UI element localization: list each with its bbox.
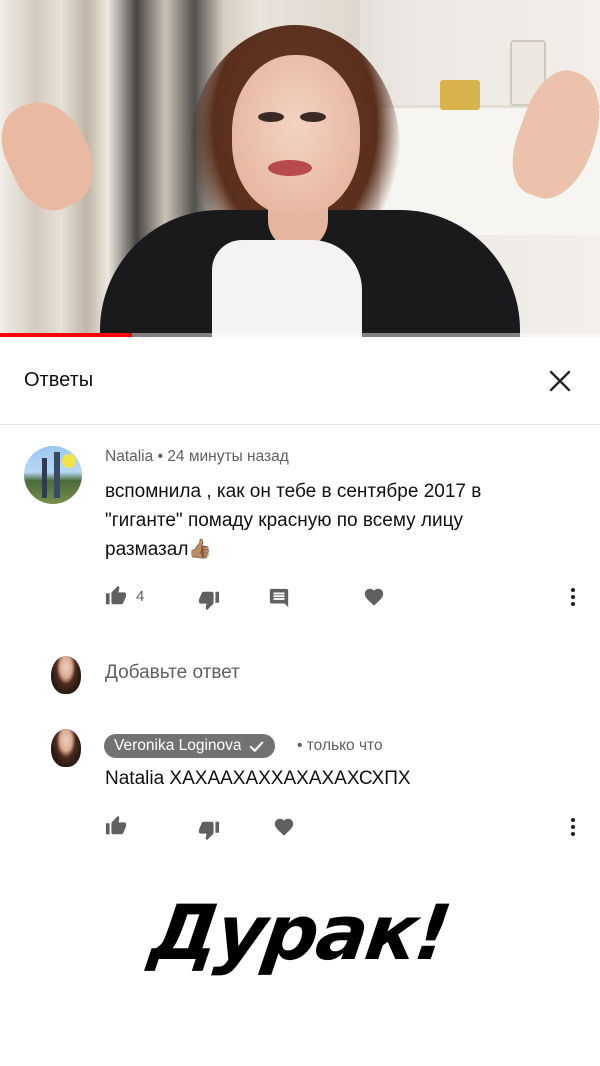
close-icon: [549, 370, 571, 392]
heart-icon: [364, 588, 384, 606]
overlay-caption: Дурак!: [145, 888, 455, 977]
thumbs-up-icon: [105, 815, 127, 835]
video-person-face: [232, 55, 360, 215]
meta-separator: •: [297, 737, 303, 754]
reply-text: Natalia ХАХААХАХХАХАХАХСХПХ: [105, 768, 411, 789]
video-person-eye-left: [258, 112, 284, 122]
reply-heart-button[interactable]: [272, 815, 296, 839]
thumbs-down-icon: [198, 591, 220, 611]
more-dot-icon: [571, 588, 575, 592]
avatar-sun: [62, 454, 76, 468]
reply-more-button[interactable]: [563, 814, 583, 840]
comment-text-line: вспомнила , как он тебе в сентябре 2017 …: [105, 481, 482, 502]
thumbs-up-icon: [105, 585, 127, 605]
comment-more-button[interactable]: [563, 584, 583, 610]
reply-dislike-button[interactable]: [197, 818, 221, 842]
verified-check-icon: [248, 738, 265, 755]
dislike-button[interactable]: [197, 588, 221, 612]
comment-author[interactable]: Natalia: [105, 448, 153, 465]
reply-button[interactable]: [267, 586, 291, 610]
avatar-tower: [42, 458, 47, 498]
video-person-top: [212, 240, 362, 337]
reply-meta: • только что: [297, 737, 383, 755]
video-background-box: [440, 80, 480, 110]
avatar-tower: [54, 452, 60, 498]
comment-text: вспомнила , как он тебе в сентябре 2017 …: [105, 477, 481, 564]
comment-text-line: "гиганте" помаду красную по всему лицу: [105, 510, 463, 531]
reply-author-avatar[interactable]: [51, 729, 81, 767]
reply-author-badge[interactable]: Veronika Loginova: [104, 734, 275, 758]
like-count: 4: [136, 588, 145, 605]
like-button[interactable]: [104, 584, 128, 608]
more-dot-icon: [571, 595, 575, 599]
reply-like-button[interactable]: [104, 814, 128, 838]
video-person-eye-right: [300, 112, 326, 122]
replies-header: Ответы: [0, 337, 600, 425]
meta-separator: •: [157, 448, 163, 465]
comment-meta: Natalia • 24 минуты назад: [105, 448, 289, 466]
add-reply-input[interactable]: Добавьте ответ: [105, 662, 240, 684]
more-dot-icon: [571, 825, 575, 829]
more-dot-icon: [571, 832, 575, 836]
commenter-avatar[interactable]: [24, 446, 82, 504]
thumbs-down-icon: [198, 821, 220, 841]
more-dot-icon: [571, 602, 575, 606]
reply-author: Veronika Loginova: [114, 737, 242, 754]
comment-icon: [269, 588, 289, 608]
comment-time: 24 минуты назад: [167, 448, 289, 465]
heart-icon: [274, 818, 294, 836]
more-dot-icon: [571, 818, 575, 822]
video-player[interactable]: [0, 0, 600, 337]
reply-time: только что: [306, 737, 383, 754]
replies-title: Ответы: [24, 369, 94, 391]
heart-button[interactable]: [362, 585, 386, 609]
video-person-lips: [268, 160, 312, 176]
close-button[interactable]: [543, 364, 577, 398]
comment-text-line: размазал👍🏽: [105, 539, 213, 560]
current-user-avatar: [51, 656, 81, 694]
